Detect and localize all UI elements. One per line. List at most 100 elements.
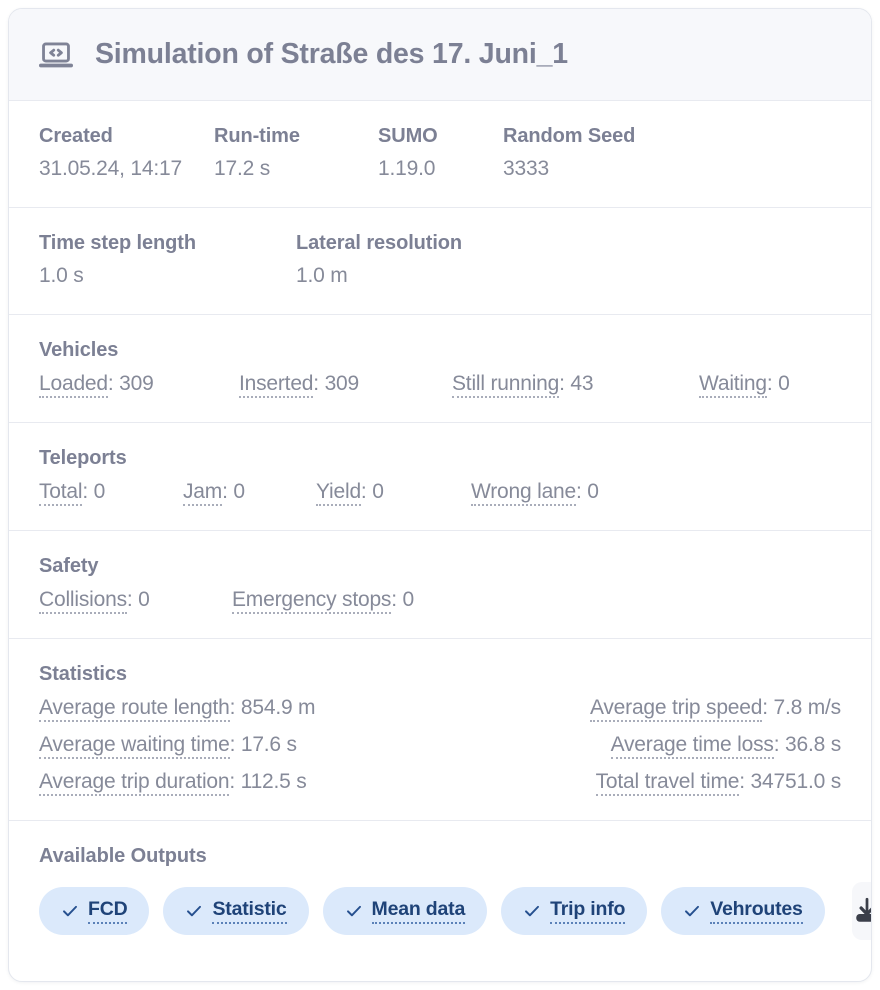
- output-pill-mean-data-label: Mean data: [371, 898, 465, 924]
- stat-teleports-jam-label[interactable]: Jam: [183, 480, 222, 506]
- stat-inserted-value: 309: [324, 372, 360, 395]
- stat-total-travel-time: Total travel time: 34751.0 s: [595, 770, 841, 796]
- stat-average-route-length-value: 854.9 m: [240, 696, 316, 719]
- metadata-row: Created 31.05.24, 14:17 Run-time 17.2 s …: [39, 125, 841, 181]
- meta-sumo-label: SUMO: [378, 125, 438, 147]
- meta-created-label: Created: [39, 125, 113, 147]
- download-button[interactable]: [851, 882, 871, 940]
- meta-lateral-resolution-label: Lateral resolution: [296, 232, 463, 254]
- output-pill-vehroutes[interactable]: Vehroutes: [661, 887, 825, 935]
- meta-time-step-length-value: 1.0 s: [39, 264, 84, 287]
- stat-teleports-total: Total: 0: [39, 480, 183, 506]
- metadata-section: Created 31.05.24, 14:17 Run-time 17.2 s …: [9, 101, 871, 208]
- stat-teleports-total-label[interactable]: Total: [39, 480, 83, 506]
- vehicles-section: Vehicles Loaded: 309 Inserted: 309 Still…: [9, 315, 871, 423]
- safety-stats-row: Collisions: 0 Emergency stops: 0: [39, 588, 841, 614]
- stat-average-waiting-time-label[interactable]: Average waiting time: [39, 733, 230, 759]
- check-icon: [345, 902, 363, 920]
- stat-emergency-stops: Emergency stops: 0: [232, 588, 415, 614]
- meta-sumo: SUMO 1.19.0: [378, 125, 503, 181]
- output-pills-row: FCD Statistic Mean data Trip info Vehrou…: [39, 882, 871, 940]
- available-outputs-section: Available Outputs FCD Statistic Mean dat…: [9, 821, 871, 966]
- stat-average-waiting-time: Average waiting time: 17.6 s: [39, 733, 315, 759]
- stat-loaded: Loaded: 309: [39, 372, 239, 398]
- output-pill-mean-data[interactable]: Mean data: [322, 887, 488, 935]
- simulation-summary-card: Simulation of Straße des 17. Juni_1 Crea…: [8, 8, 872, 982]
- stat-teleports-wrong-lane-label[interactable]: Wrong lane: [471, 480, 576, 506]
- teleports-section: Teleports Total: 0 Jam: 0 Yield: 0 Wrong…: [9, 423, 871, 531]
- statistics-section: Statistics Average route length: 854.9 m…: [9, 639, 871, 821]
- output-pill-statistic[interactable]: Statistic: [163, 887, 309, 935]
- check-icon: [683, 902, 701, 920]
- output-pill-trip-info-label: Trip info: [550, 898, 625, 924]
- meta-runtime-value: 17.2 s: [214, 157, 271, 180]
- stat-still-running-label[interactable]: Still running: [452, 372, 559, 398]
- stat-waiting-label[interactable]: Waiting: [699, 372, 767, 398]
- output-pill-fcd-label: FCD: [88, 898, 128, 924]
- card-header: Simulation of Straße des 17. Juni_1: [9, 9, 871, 101]
- meta-created-value: 31.05.24, 14:17: [39, 157, 182, 180]
- stat-inserted: Inserted: 309: [239, 372, 452, 398]
- stat-average-time-loss: Average time loss: 36.8 s: [610, 733, 841, 759]
- stat-average-waiting-time-value: 17.6 s: [240, 733, 297, 756]
- stat-average-trip-duration: Average trip duration: 112.5 s: [39, 770, 315, 796]
- stat-collisions-label[interactable]: Collisions: [39, 588, 127, 614]
- stat-teleports-total-value: 0: [93, 480, 106, 503]
- check-icon: [185, 902, 203, 920]
- check-icon: [61, 902, 79, 920]
- stat-loaded-label[interactable]: Loaded: [39, 372, 108, 398]
- check-icon: [523, 902, 541, 920]
- meta-random-seed: Random Seed 3333: [503, 125, 635, 181]
- stat-average-trip-duration-label[interactable]: Average trip duration: [39, 770, 230, 796]
- stat-loaded-value: 309: [119, 372, 154, 395]
- meta-sumo-value: 1.19.0: [378, 157, 436, 180]
- stat-average-time-loss-value: 36.8 s: [784, 733, 841, 756]
- statistics-left-column: Average route length: 854.9 m Average wa…: [39, 696, 316, 796]
- stat-collisions-value: 0: [138, 588, 150, 611]
- statistics-right-column: Average trip speed: 7.8 m/s Average time…: [589, 696, 842, 796]
- stat-total-travel-time-label[interactable]: Total travel time: [595, 770, 739, 796]
- meta-created: Created 31.05.24, 14:17: [39, 125, 214, 181]
- laptop-code-icon: [39, 38, 73, 72]
- available-outputs-heading: Available Outputs: [39, 845, 207, 867]
- stat-teleports-yield-label[interactable]: Yield: [316, 480, 361, 506]
- vehicles-heading: Vehicles: [39, 339, 119, 361]
- stat-teleports-wrong-lane-value: 0: [587, 480, 599, 503]
- stat-emergency-stops-value: 0: [402, 588, 415, 611]
- output-pill-statistic-label: Statistic: [212, 898, 287, 924]
- stat-teleports-jam: Jam: 0: [183, 480, 316, 506]
- stat-average-trip-speed-label[interactable]: Average trip speed: [589, 696, 762, 722]
- download-icon: [852, 896, 871, 926]
- stat-emergency-stops-label[interactable]: Emergency stops: [232, 588, 391, 614]
- stat-waiting: Waiting: 0: [699, 372, 790, 398]
- stat-average-trip-speed-value: 7.8 m/s: [773, 696, 842, 719]
- stat-inserted-label[interactable]: Inserted: [239, 372, 313, 398]
- stat-average-route-length-label[interactable]: Average route length: [39, 696, 230, 722]
- sim-params-section: Time step length 1.0 s Lateral resolutio…: [9, 208, 871, 315]
- sim-params-row: Time step length 1.0 s Lateral resolutio…: [39, 232, 841, 288]
- safety-heading: Safety: [39, 555, 99, 577]
- stat-teleports-jam-value: 0: [233, 480, 245, 503]
- meta-time-step-length-label: Time step length: [39, 232, 196, 254]
- stat-average-time-loss-label[interactable]: Average time loss: [610, 733, 774, 759]
- meta-lateral-resolution: Lateral resolution 1.0 m: [296, 232, 462, 288]
- vehicles-stats-row: Loaded: 309 Inserted: 309 Still running:…: [39, 372, 841, 398]
- meta-runtime-label: Run-time: [214, 125, 300, 147]
- stat-teleports-yield-value: 0: [372, 480, 384, 503]
- output-pill-trip-info[interactable]: Trip info: [501, 887, 648, 935]
- meta-runtime: Run-time 17.2 s: [214, 125, 378, 181]
- meta-random-seed-value: 3333: [503, 157, 549, 180]
- stat-still-running-value: 43: [570, 372, 594, 395]
- statistics-grid: Average route length: 854.9 m Average wa…: [39, 696, 842, 796]
- teleports-stats-row: Total: 0 Jam: 0 Yield: 0 Wrong lane: 0: [39, 480, 841, 506]
- output-pill-vehroutes-label: Vehroutes: [710, 898, 803, 924]
- stat-teleports-yield: Yield: 0: [316, 480, 471, 506]
- page-title: Simulation of Straße des 17. Juni_1: [95, 38, 568, 70]
- safety-section: Safety Collisions: 0 Emergency stops: 0: [9, 531, 871, 639]
- stat-average-route-length: Average route length: 854.9 m: [39, 696, 316, 722]
- stat-teleports-wrong-lane: Wrong lane: 0: [471, 480, 599, 506]
- output-pill-fcd[interactable]: FCD: [39, 887, 150, 935]
- teleports-heading: Teleports: [39, 447, 127, 469]
- stat-collisions: Collisions: 0: [39, 588, 232, 614]
- stat-still-running: Still running: 43: [452, 372, 699, 398]
